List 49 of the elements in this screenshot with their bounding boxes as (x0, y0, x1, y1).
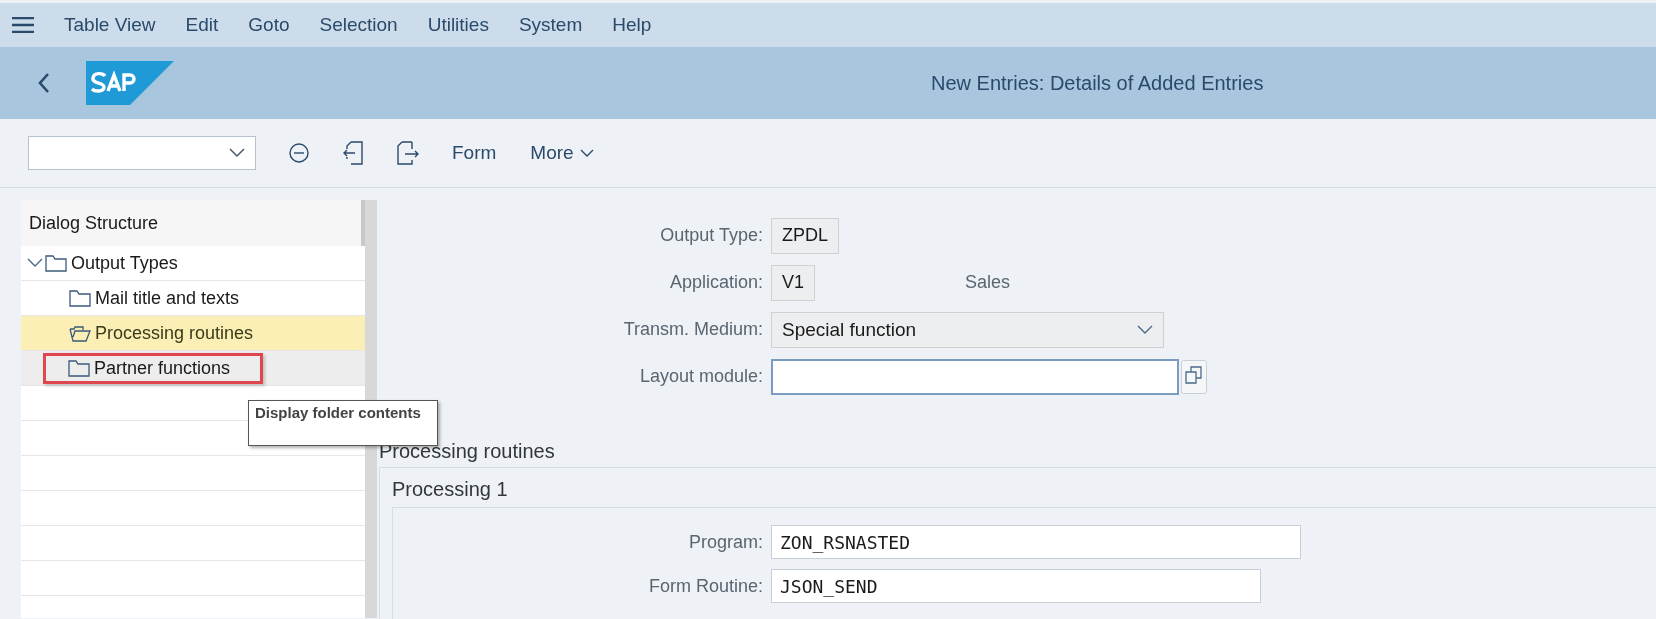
field-label: Form Routine: (647, 575, 764, 597)
tooltip: Display folder contents (248, 400, 438, 446)
dropdown-field[interactable]: Special function (771, 311, 1164, 348)
menu-icon[interactable] (12, 17, 34, 33)
document-arrow-right-icon[interactable] (396, 141, 420, 165)
tree-row[interactable]: Processing routines (21, 316, 365, 351)
logo-icon (86, 61, 174, 105)
panel-title: Dialog Structure (29, 212, 159, 234)
value-help-icon[interactable] (1181, 359, 1207, 394)
display-field: V1 (771, 264, 816, 301)
tree-item-label: Mail title and texts (95, 287, 240, 309)
chevron-down-icon (1137, 324, 1153, 335)
chevron-down-icon (229, 148, 245, 158)
tree-item-label: Processing routines (95, 322, 254, 344)
group-title: Processing 1 (392, 478, 509, 501)
page-title: New Entries: Details of Added Entries (931, 71, 1264, 95)
command-field[interactable] (28, 136, 256, 170)
menu-item[interactable]: Edit (185, 14, 219, 36)
input-field[interactable]: JSON_SEND (771, 569, 1261, 603)
input-field[interactable] (771, 358, 1179, 395)
folder-icon (69, 289, 91, 307)
open-folder-icon (69, 324, 91, 342)
field-label: Application: (668, 272, 764, 293)
tree-item-label: Partner functions (94, 357, 231, 379)
minus-circle-icon[interactable] (288, 142, 310, 164)
menu-item[interactable]: Goto (248, 14, 290, 36)
tree-row[interactable]: Output Types (21, 246, 365, 281)
back-icon[interactable] (38, 72, 50, 94)
chevron-down-icon (579, 148, 594, 158)
more-button[interactable]: More (524, 138, 600, 168)
document-arrow-left-icon[interactable] (342, 141, 364, 165)
tree-row[interactable]: Partner functions (21, 351, 365, 386)
tree-item-label: Output Types (71, 252, 178, 274)
field-label: Program: (687, 531, 764, 553)
folder-icon (68, 359, 90, 377)
menu-item[interactable]: System (518, 14, 583, 36)
field-description: Sales (965, 272, 1011, 293)
form-button[interactable]: Form (446, 138, 503, 168)
folder-icon (45, 254, 67, 272)
menu-item[interactable]: Help (612, 14, 652, 36)
menu-item[interactable]: Selection (319, 14, 398, 36)
input-field[interactable]: ZON_RSNASTED (771, 525, 1301, 559)
display-field: ZPDL (771, 217, 839, 254)
menu-item[interactable]: Utilities (427, 14, 489, 36)
menu-item[interactable]: Table View (64, 14, 156, 36)
field-label: Output Type: (659, 225, 764, 246)
field-label: Layout module: (638, 366, 764, 387)
chevron-down-icon[interactable] (27, 258, 43, 268)
field-label: Transm. Medium: (622, 319, 764, 340)
